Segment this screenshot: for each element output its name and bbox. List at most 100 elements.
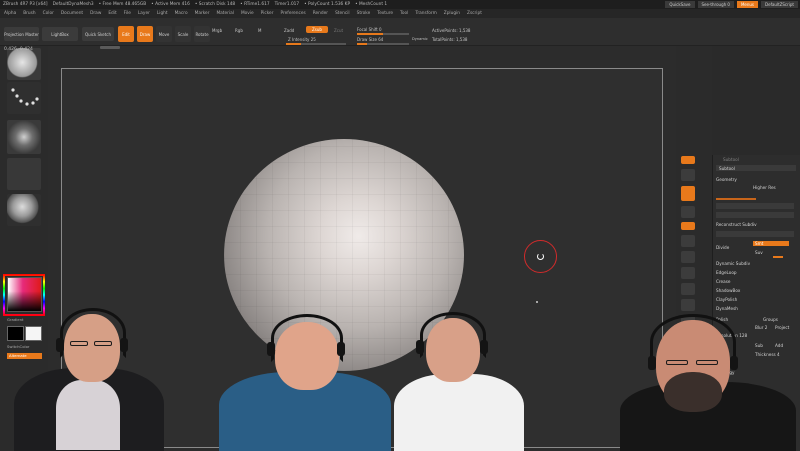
xyz-rotate-button[interactable]: [681, 222, 695, 230]
canvas-scrollbar[interactable]: [100, 46, 120, 49]
z-intensity-slider[interactable]: Z Intensity 25: [288, 37, 316, 42]
menu-draw[interactable]: Draw: [90, 11, 101, 16]
suv-toggle[interactable]: Suv: [755, 250, 763, 255]
crease-button[interactable]: Crease: [716, 279, 730, 284]
draw-size-slider[interactable]: Draw Size 64: [357, 37, 383, 42]
menu-document[interactable]: Document: [61, 11, 83, 16]
del-lower-button[interactable]: [716, 212, 794, 218]
panel-header: Subtool: [723, 157, 739, 162]
menu-color[interactable]: Color: [43, 11, 54, 16]
draw-size-track[interactable]: [357, 43, 409, 45]
webcam-person-3: [390, 300, 530, 451]
focal-shift-track[interactable]: [357, 33, 409, 35]
seethrough-slider[interactable]: See-through 0: [697, 1, 734, 8]
geometry-label[interactable]: Geometry: [716, 177, 737, 182]
total-points-readout: TotalPoints: 1,538: [432, 37, 468, 42]
dots-stroke-icon: [11, 88, 39, 106]
edit-button[interactable]: Edit: [118, 26, 134, 42]
convert-bpr-button[interactable]: [716, 231, 794, 237]
transp-icon[interactable]: [681, 283, 695, 295]
frame-button[interactable]: [681, 156, 695, 164]
title-item: • Free Mem 48.465GB: [98, 2, 147, 7]
menu-stroke[interactable]: Stroke: [357, 11, 371, 16]
scale-icon[interactable]: [681, 206, 695, 218]
menu-zplugin[interactable]: Zplugin: [444, 11, 460, 16]
menu-bar: Alpha Brush Color Document Draw Edit Fil…: [0, 9, 800, 18]
alpha-thumbnail[interactable]: [7, 120, 41, 154]
menu-material[interactable]: Material: [216, 11, 233, 16]
reconstruct-subdiv-button[interactable]: Reconstruct Subdiv: [716, 222, 757, 227]
rgb-toggle[interactable]: Rgb: [235, 28, 243, 33]
rsuv-toggle[interactable]: [773, 256, 783, 258]
headset-icon: [420, 312, 486, 358]
zadd-toggle[interactable]: Zadd: [284, 28, 294, 33]
material-thumbnail[interactable]: [7, 194, 41, 226]
scale-button[interactable]: Scale: [175, 26, 191, 42]
refresh-icon: [537, 253, 544, 260]
webcam-person-4: [612, 300, 800, 451]
menus-button[interactable]: Menus: [736, 1, 759, 8]
brush-thumbnail[interactable]: [7, 48, 41, 80]
move-icon[interactable]: [681, 169, 695, 181]
m-toggle[interactable]: M: [258, 28, 261, 33]
edgeloop-button[interactable]: EdgeLoop: [716, 270, 737, 275]
rotate-button[interactable]: Rotate: [194, 26, 210, 42]
move-button[interactable]: Move: [156, 26, 172, 42]
menu-stencil[interactable]: Stencil: [335, 11, 350, 16]
title-item: ZBrush 4R7 P3 [x64]: [3, 2, 48, 7]
menu-render[interactable]: Render: [313, 11, 328, 16]
menu-preferences[interactable]: Preferences: [280, 11, 305, 16]
polyframe-icon[interactable]: [681, 267, 695, 279]
top-toolbar: Projection Master LightBox Quick Sketch …: [0, 18, 800, 46]
menu-file[interactable]: File: [124, 11, 131, 16]
menu-macro[interactable]: Macro: [175, 11, 188, 16]
webcam-person-2: [215, 300, 395, 451]
projection-master-button[interactable]: Projection Master: [4, 27, 39, 41]
title-item: Timer1.017: [274, 2, 300, 7]
menu-texture[interactable]: Texture: [377, 11, 393, 16]
menu-transform[interactable]: Transform: [415, 11, 436, 16]
webcam-person-1: [6, 300, 196, 451]
texture-thumbnail[interactable]: [7, 158, 41, 190]
quicksave-button[interactable]: QuickSave: [665, 1, 695, 8]
draw-button[interactable]: Draw: [137, 26, 153, 42]
title-item: • MeshCount 1: [355, 2, 388, 7]
menu-picker[interactable]: Picker: [261, 11, 274, 16]
stroke-thumbnail[interactable]: [7, 82, 41, 114]
higher-res-button[interactable]: Higher Res: [753, 185, 776, 190]
zsub-toggle[interactable]: Zsub: [306, 26, 328, 33]
floor-icon[interactable]: [681, 235, 695, 247]
perspective-icon[interactable]: [681, 186, 695, 201]
title-item: • Scratch Disk 148: [194, 2, 236, 7]
mrgb-toggle[interactable]: Mrgb: [212, 28, 222, 33]
menu-marker[interactable]: Marker: [195, 11, 210, 16]
focal-shift-slider[interactable]: Focal Shift 0: [357, 27, 382, 32]
menu-edit[interactable]: Edit: [108, 11, 116, 16]
quick-sketch-button[interactable]: Quick Sketch: [82, 27, 114, 41]
coordinates-readout: 0.426,-0.424: [4, 47, 33, 52]
lightbox-button[interactable]: LightBox: [42, 27, 78, 41]
subtool-label[interactable]: Subtool: [719, 166, 735, 171]
menu-movie[interactable]: Movie: [241, 11, 254, 16]
dynamic-toggle[interactable]: Dynamic: [412, 37, 428, 41]
shadowbox-button[interactable]: ShadowBox: [716, 288, 740, 293]
menu-zscript[interactable]: Zscript: [467, 11, 482, 16]
lower-res-button[interactable]: [716, 203, 794, 209]
dynamic-subdiv-button[interactable]: Dynamic Subdiv: [716, 261, 750, 266]
local-icon[interactable]: [681, 251, 695, 263]
menu-light[interactable]: Light: [157, 11, 168, 16]
sdiv-slider[interactable]: [716, 198, 756, 200]
menu-brush[interactable]: Brush: [23, 11, 35, 16]
zcut-toggle[interactable]: Zcut: [334, 28, 343, 33]
title-item: DefaultDynaMesh3: [52, 2, 94, 7]
menu-tool[interactable]: Tool: [400, 11, 408, 16]
divide-button[interactable]: Divide: [716, 245, 729, 250]
z-intensity-track[interactable]: [286, 43, 346, 45]
pointer-dot: [536, 301, 538, 303]
title-item: • Active Mem 416: [151, 2, 190, 7]
title-item: • PolyCount 1.536 KP: [304, 2, 351, 7]
title-bar: ZBrush 4R7 P3 [x64] DefaultDynaMesh3 • F…: [0, 0, 800, 9]
menu-layer[interactable]: Layer: [138, 11, 150, 16]
default-zscript-button[interactable]: DefaultZScript: [761, 1, 798, 8]
menu-alpha[interactable]: Alpha: [4, 11, 16, 16]
